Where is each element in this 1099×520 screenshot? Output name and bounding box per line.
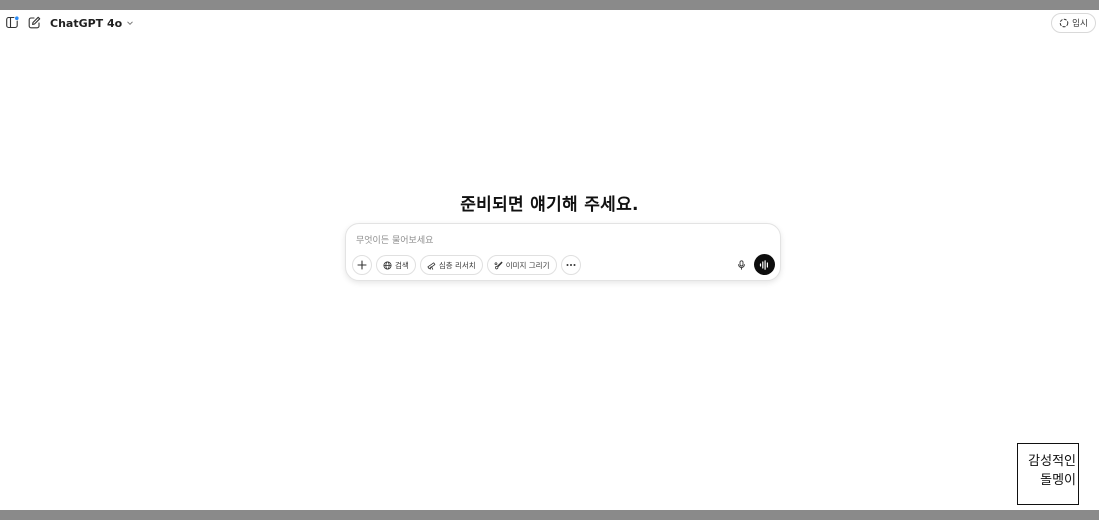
stamp-line-1: 감성적인	[1028, 454, 1076, 469]
temporary-chat-button[interactable]: 임시	[1051, 13, 1096, 33]
deep-research-button[interactable]: 심층 리서치	[419, 255, 483, 275]
search-tool-label: 검색	[395, 260, 409, 270]
chevron-down-icon	[127, 21, 134, 26]
globe-icon	[383, 260, 392, 270]
prompt-composer: 검색 심층 리서치 이미지 그리기	[345, 223, 781, 281]
temporary-chat-label: 임시	[1072, 19, 1088, 29]
telescope-icon	[427, 261, 436, 270]
compose-icon	[28, 16, 40, 28]
stamp-line-2: 돌멩이	[1040, 473, 1076, 488]
voice-mode-button[interactable]	[754, 254, 775, 275]
page-headline: 준비되면 얘기해 주세요.	[460, 195, 639, 215]
chat-app-window: ChatGPT 4o 임시 준비되면 얘기해 주세요. 무엇이든 물어보세요 검…	[0, 10, 1099, 510]
prompt-input[interactable]	[356, 234, 756, 248]
watermark-stamp: 감성적인 돌멩이	[1017, 443, 1079, 505]
dashed-circle-icon	[1059, 18, 1069, 28]
more-tools-button[interactable]	[560, 255, 581, 275]
dictate-button[interactable]	[731, 255, 751, 275]
waveform-icon	[759, 259, 768, 270]
sidebar-toggle-button[interactable]	[5, 15, 19, 29]
top-header: ChatGPT 4o 임시	[0, 10, 1099, 36]
sidebar-icon	[5, 15, 19, 28]
image-draw-button[interactable]: 이미지 그리기	[486, 255, 557, 275]
microphone-icon	[737, 260, 745, 270]
search-tool-button[interactable]: 검색	[376, 255, 416, 275]
ellipsis-icon	[566, 264, 575, 266]
model-name: ChatGPT 4o	[50, 16, 123, 30]
new-chat-button[interactable]	[27, 15, 41, 29]
composer-toolbar: 검색 심층 리서치 이미지 그리기	[352, 255, 581, 275]
image-draw-label: 이미지 그리기	[505, 260, 550, 270]
attach-button[interactable]	[352, 255, 372, 275]
model-switcher[interactable]: ChatGPT 4o	[50, 13, 134, 33]
paint-brush-icon	[494, 261, 503, 269]
plus-icon	[357, 260, 367, 270]
deep-research-label: 심층 리서치	[438, 260, 476, 270]
